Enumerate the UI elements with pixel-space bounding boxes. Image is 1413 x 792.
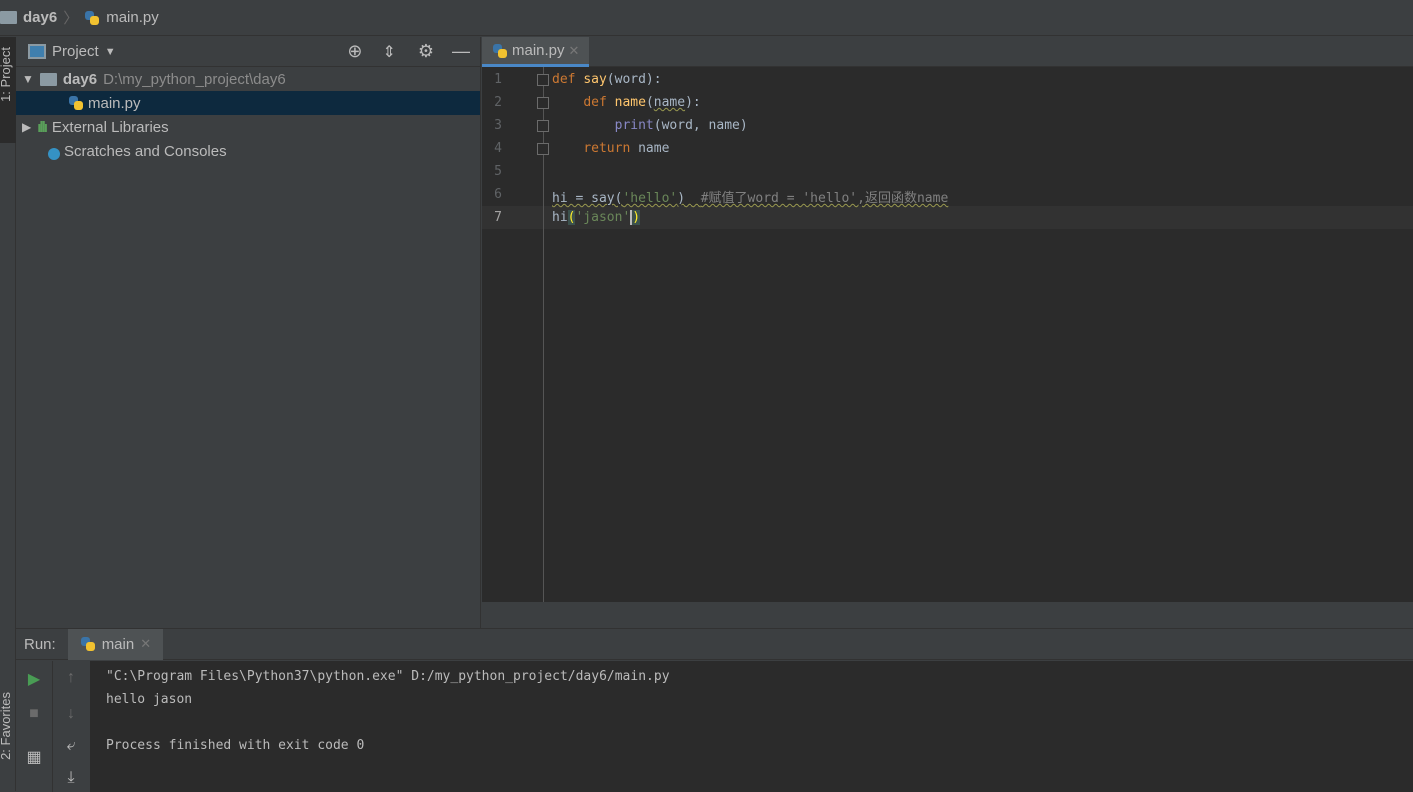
folder-icon — [39, 72, 57, 86]
up-arrow-icon[interactable]: ↑ — [53, 669, 89, 687]
fold-icon[interactable] — [537, 74, 549, 86]
run-panel: Run: main ✕ ▶ ■ ▦ ↑ ↓ ⤶ ⤓ "C:\Program Fi… — [16, 628, 1413, 792]
tree-item-label: External Libraries — [51, 118, 169, 136]
line-number: 7 — [494, 210, 502, 225]
breadcrumb-project[interactable]: day6 — [23, 9, 57, 26]
tree-item-external-libraries[interactable]: ▶ ıllı External Libraries — [16, 115, 480, 139]
layout-icon[interactable]: ▦ — [16, 747, 52, 767]
tree-item-scratches[interactable]: Scratches and Consoles — [16, 139, 480, 163]
rerun-icon[interactable]: ▶ — [16, 669, 52, 689]
line-number: 5 — [494, 164, 502, 179]
run-tab-main[interactable]: main ✕ — [67, 628, 164, 660]
tab-label: main.py — [512, 42, 565, 59]
fold-icon[interactable] — [537, 97, 549, 109]
down-arrow-icon[interactable]: ↓ — [53, 705, 89, 723]
tree-item-main-py[interactable]: main.py — [16, 91, 480, 115]
line-number: 3 — [494, 118, 502, 133]
close-icon[interactable]: ✕ — [569, 43, 580, 59]
left-tool-strip: 1: Project 2: Favorites — [0, 37, 16, 791]
python-file-icon — [68, 95, 84, 111]
line-number: 6 — [494, 187, 502, 202]
code-line: def say(word): — [552, 72, 662, 87]
collapse-all-icon[interactable]: ⇕ — [382, 42, 395, 62]
tree-item-path: D:\my_python_project\day6 — [103, 70, 286, 88]
expand-arrow-icon[interactable]: ▼ — [22, 72, 34, 86]
editor-tab-main-py[interactable]: main.py ✕ — [482, 37, 590, 67]
console-line: Process finished with exit code 0 — [106, 738, 365, 753]
project-panel: Project ▼ ⊕ ⇕ ⚙ — ▼ day6 D:\my_python_pr… — [16, 37, 481, 628]
fold-icon[interactable] — [537, 143, 549, 155]
tree-item-label: Scratches and Consoles — [64, 142, 227, 160]
tree-item-label: day6 — [62, 70, 98, 88]
soft-wrap-icon[interactable]: ⤶ — [53, 737, 89, 755]
breadcrumb-separator-icon: 〉 — [63, 10, 79, 27]
expand-arrow-icon[interactable]: ▶ — [22, 120, 31, 134]
libraries-icon: ıllı — [37, 118, 48, 136]
project-tool-tab[interactable]: 1: Project — [0, 47, 13, 102]
tree-item-label: main.py — [88, 94, 141, 112]
editor-panel: main.py ✕ 1 2 3 4 5 6 7 def say(word): d… — [482, 37, 1413, 628]
code-line: hi('jason') — [552, 210, 641, 225]
hide-icon[interactable]: — — [452, 41, 470, 62]
tab-label: main — [101, 635, 135, 653]
code-line: return name — [583, 141, 670, 156]
line-number: 1 — [494, 72, 502, 87]
locate-icon[interactable]: ⊕ — [347, 41, 362, 62]
gear-icon[interactable]: ⚙ — [418, 41, 434, 62]
code-line: print(word, name) — [614, 118, 748, 133]
scratches-icon — [42, 142, 60, 160]
favorites-tool-tab[interactable]: 2: Favorites — [0, 692, 13, 760]
fold-icon[interactable] — [537, 120, 549, 132]
python-file-icon — [84, 10, 100, 26]
line-number: 4 — [494, 141, 502, 156]
console-output[interactable]: "C:\Program Files\Python37\python.exe" D… — [90, 661, 1413, 792]
code-editor[interactable]: 1 2 3 4 5 6 7 def say(word): def name(na… — [482, 67, 1413, 602]
python-file-icon — [492, 43, 508, 59]
console-line: hello jason — [106, 692, 193, 707]
project-view-icon — [28, 44, 46, 59]
python-icon — [80, 636, 96, 652]
console-line: "C:\Program Files\Python37\python.exe" D… — [106, 669, 670, 684]
stop-icon[interactable]: ■ — [16, 705, 52, 723]
project-view-selector[interactable]: Project — [52, 43, 99, 60]
scroll-to-end-icon[interactable]: ⤓ — [53, 769, 89, 787]
tree-item-day6[interactable]: ▼ day6 D:\my_python_project\day6 — [16, 67, 480, 91]
folder-icon — [0, 11, 17, 24]
code-line: def name(name): — [583, 95, 701, 110]
dropdown-arrow-icon[interactable]: ▼ — [105, 46, 116, 58]
code-line: hi = say('hello') #赋值了word = 'hello',返回函… — [552, 191, 949, 206]
line-number: 2 — [494, 95, 502, 110]
navigation-bar: day6 〉 main.py — [0, 0, 1413, 36]
breadcrumb-file[interactable]: main.py — [106, 9, 159, 26]
close-icon[interactable]: ✕ — [140, 636, 151, 652]
run-label: Run: — [24, 635, 56, 653]
